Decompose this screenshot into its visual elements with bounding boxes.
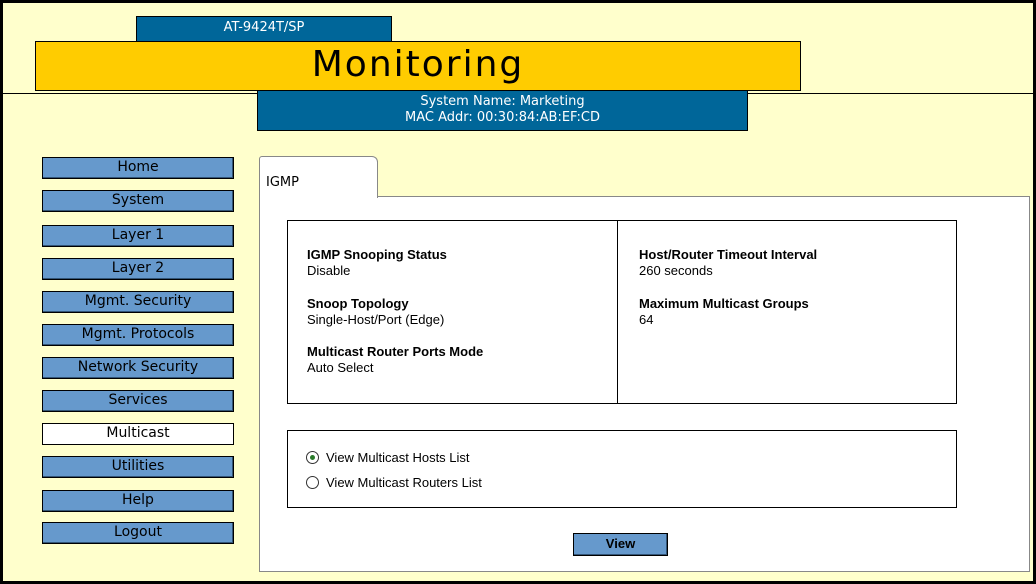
snoop-topology-value: Single-Host/Port (Edge)	[307, 312, 445, 327]
mac-address: MAC Addr: 00:30:84:AB:EF:CD	[405, 110, 600, 125]
hosts-radio-label: View Multicast Hosts List	[326, 450, 470, 465]
snooping-status-label: IGMP Snooping Status	[307, 247, 447, 262]
timeout-field: Host/Router Timeout Interval 260 seconds	[639, 247, 817, 279]
view-options-box	[287, 430, 957, 508]
timeout-value: 260 seconds	[639, 263, 713, 278]
nav-mgmt-security-button[interactable]: Mgmt. Security	[42, 291, 234, 313]
snooping-status-value: Disable	[307, 263, 351, 278]
snooping-status-field: IGMP Snooping Status Disable	[307, 247, 447, 279]
nav-help-button[interactable]: Help	[42, 490, 234, 512]
routers-radio[interactable]	[306, 476, 319, 489]
nav-logout-button[interactable]: Logout	[42, 522, 234, 544]
model-label: AT-9424T/SP	[136, 16, 392, 42]
router-ports-mode-value: Auto Select	[307, 360, 374, 375]
snoop-topology-label: Snoop Topology	[307, 296, 409, 311]
routers-radio-label: View Multicast Routers List	[326, 475, 482, 490]
timeout-label: Host/Router Timeout Interval	[639, 247, 818, 262]
max-groups-value: 64	[639, 312, 654, 327]
max-groups-field: Maximum Multicast Groups 64	[639, 296, 809, 328]
nav-utilities-button[interactable]: Utilities	[42, 456, 234, 478]
tab-igmp[interactable]: IGMP	[259, 156, 378, 198]
nav-layer1-button[interactable]: Layer 1	[42, 225, 234, 247]
nav-services-button[interactable]: Services	[42, 390, 234, 412]
view-routers-option[interactable]: View Multicast Routers List	[306, 475, 482, 490]
view-hosts-option[interactable]: View Multicast Hosts List	[306, 450, 470, 465]
router-ports-mode-field: Multicast Router Ports Mode Auto Select	[307, 344, 483, 376]
nav-multicast-button[interactable]: Multicast	[42, 423, 234, 445]
router-ports-mode-label: Multicast Router Ports Mode	[307, 344, 484, 359]
system-name: System Name: Marketing	[420, 94, 585, 109]
hosts-radio[interactable]	[306, 451, 319, 464]
nav-system-button[interactable]: System	[42, 190, 234, 212]
info-divider	[617, 220, 618, 404]
max-groups-label: Maximum Multicast Groups	[639, 296, 809, 311]
nav-layer2-button[interactable]: Layer 2	[42, 258, 234, 280]
nav-home-button[interactable]: Home	[42, 157, 234, 179]
system-info-banner: System Name: Marketing MAC Addr: 00:30:8…	[257, 90, 748, 131]
nav-network-security-button[interactable]: Network Security	[42, 357, 234, 379]
view-button[interactable]: View	[573, 533, 668, 556]
page-title: Monitoring	[35, 41, 801, 91]
snoop-topology-field: Snoop Topology Single-Host/Port (Edge)	[307, 296, 444, 328]
nav-mgmt-protocols-button[interactable]: Mgmt. Protocols	[42, 324, 234, 346]
